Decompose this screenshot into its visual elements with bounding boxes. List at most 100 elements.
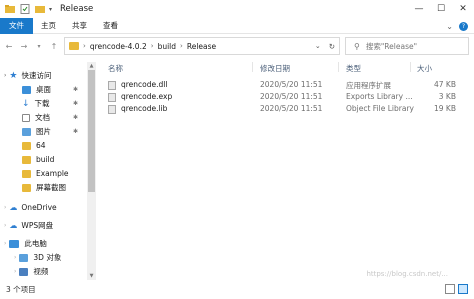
star-icon: ★ <box>9 70 18 81</box>
chevron-right-icon[interactable]: › <box>83 42 86 50</box>
sidebar-scrollbar[interactable]: ▲ ▼ <box>87 62 96 280</box>
chevron-right-icon[interactable]: › <box>4 240 6 247</box>
file-name: qrencode.dll <box>121 80 168 89</box>
tab-home[interactable]: 主页 <box>33 18 64 34</box>
sidebar-item-label: 文档 <box>35 113 50 122</box>
table-row[interactable]: qrencode.lib 2020/5/20 11:51 Object File… <box>100 103 474 115</box>
breadcrumb-item[interactable]: Release <box>187 42 216 51</box>
file-size: 47 KB <box>434 80 456 89</box>
chevron-right-icon[interactable]: › <box>14 268 16 275</box>
properties-icon[interactable] <box>20 4 30 14</box>
picture-icon <box>22 127 31 136</box>
sidebar-item-label: 3D 对象 <box>33 253 62 262</box>
sidebar-item-example[interactable]: Example <box>22 167 69 180</box>
sidebar-item-documents[interactable]: 文档 ✱ <box>22 111 88 124</box>
column-header-date[interactable]: 修改日期 <box>260 63 290 74</box>
file-date: 2020/5/20 11:51 <box>260 92 323 101</box>
large-icons-view-icon[interactable] <box>458 284 468 294</box>
breadcrumb-item[interactable]: build <box>158 42 176 51</box>
up-arrow-icon[interactable]: ↑ <box>48 38 60 54</box>
chevron-right-icon[interactable]: › <box>4 222 6 229</box>
navigation-bar: ← → ▾ ↑ › qrencode-4.0.2 › build › Relea… <box>0 34 474 58</box>
sidebar-item-label: 此电脑 <box>24 239 47 248</box>
chevron-right-icon[interactable]: › <box>151 42 154 50</box>
tab-share[interactable]: 共享 <box>64 18 95 34</box>
sidebar-item-screenshots[interactable]: 屏幕截图 <box>22 181 66 194</box>
tab-file[interactable]: 文件 <box>0 17 33 34</box>
back-arrow-icon[interactable]: ← <box>3 38 15 54</box>
sidebar-item-desktop[interactable]: 桌面 ✱ <box>22 83 88 96</box>
address-bar[interactable]: › qrencode-4.0.2 › build › Release ⌄ ↻ <box>64 37 340 55</box>
quick-access-dropdown-icon[interactable]: ▾ <box>49 6 52 13</box>
scrollbar-thumb[interactable] <box>88 70 95 192</box>
tab-view[interactable]: 查看 <box>95 18 126 34</box>
column-header-size[interactable]: 大小 <box>417 63 432 74</box>
search-box[interactable]: ⚲ 搜索"Release" <box>345 37 469 55</box>
file-size: 3 KB <box>438 92 456 101</box>
sidebar-item-build[interactable]: build <box>22 153 54 166</box>
chevron-right-icon[interactable]: › <box>14 254 16 261</box>
breadcrumb-item[interactable]: qrencode-4.0.2 <box>90 42 147 51</box>
sidebar-item-label: 快速访问 <box>21 71 52 80</box>
maximize-button[interactable]: ☐ <box>430 0 452 18</box>
forward-arrow-icon[interactable]: → <box>18 38 30 54</box>
sidebar-item-label: 桌面 <box>36 85 51 94</box>
folder-icon <box>5 5 15 13</box>
sidebar-item-downloads[interactable]: ↓ 下载 ✱ <box>22 97 88 110</box>
exp-file-icon <box>108 93 116 102</box>
pin-icon: ✱ <box>72 114 78 121</box>
video-icon <box>19 267 29 276</box>
sidebar-item-label: build <box>36 155 55 164</box>
column-header-type[interactable]: 类型 <box>346 63 361 74</box>
sidebar-item-label: 视频 <box>33 267 49 276</box>
search-input[interactable]: 搜索"Release" <box>366 41 417 52</box>
chevron-right-icon[interactable]: › <box>180 42 183 50</box>
column-divider[interactable] <box>338 62 339 72</box>
scroll-down-icon[interactable]: ▼ <box>87 273 96 279</box>
sidebar-item-label: 屏幕截图 <box>36 183 66 192</box>
sidebar-item-label: 下载 <box>34 99 50 108</box>
navigation-pane: › ★ 快速访问 桌面 ✱ ↓ 下载 ✱ 文档 ✱ 图片 ✱ 64 build … <box>0 62 96 280</box>
sidebar-item-3d-objects[interactable]: › 3D 对象 <box>14 251 61 264</box>
window-title: Release <box>60 4 94 14</box>
sidebar-item-64[interactable]: 64 <box>22 139 46 152</box>
sidebar-item-pictures[interactable]: 图片 ✱ <box>22 125 88 138</box>
dll-file-icon <box>108 81 116 90</box>
scroll-up-icon[interactable]: ▲ <box>87 63 96 69</box>
sidebar-item-quick-access[interactable]: › ★ 快速访问 <box>4 69 51 82</box>
column-divider[interactable] <box>410 62 411 72</box>
sidebar-item-videos[interactable]: › 视频 <box>14 265 48 278</box>
folder-icon <box>69 42 79 50</box>
chevron-right-icon[interactable]: › <box>4 204 6 211</box>
help-icon[interactable]: ? <box>459 21 468 31</box>
file-date: 2020/5/20 11:51 <box>260 80 323 89</box>
folder-icon <box>22 169 31 178</box>
column-header-name[interactable]: 名称 <box>108 63 123 74</box>
title-bar: ▾ Release — ☐ ✕ <box>0 0 474 18</box>
column-divider[interactable] <box>252 62 253 72</box>
sidebar-item-this-pc[interactable]: › 此电脑 <box>4 237 47 250</box>
sidebar-item-label: 图片 <box>36 127 51 136</box>
wps-cloud-icon: ☁ <box>9 221 18 230</box>
pin-icon: ✱ <box>72 128 78 135</box>
download-icon: ↓ <box>22 98 30 109</box>
recent-locations-icon[interactable]: ▾ <box>33 38 45 54</box>
item-count: 3 个项目 <box>6 285 36 294</box>
chevron-down-icon[interactable]: › <box>4 72 6 79</box>
cloud-icon: ☁ <box>9 203 18 212</box>
expand-ribbon-icon[interactable]: ⌄ <box>446 22 453 31</box>
refresh-icon[interactable]: ↻ <box>329 42 335 51</box>
document-icon <box>22 113 30 122</box>
sidebar-item-label: 64 <box>36 141 46 150</box>
file-size: 19 KB <box>434 104 456 113</box>
table-row[interactable]: qrencode.exp 2020/5/20 11:51 Exports Lib… <box>100 91 474 103</box>
sidebar-item-onedrive[interactable]: › ☁ OneDrive <box>4 201 57 214</box>
minimize-button[interactable]: — <box>408 0 430 18</box>
close-button[interactable]: ✕ <box>452 0 474 18</box>
details-view-icon[interactable] <box>445 284 455 294</box>
table-row[interactable]: qrencode.dll 2020/5/20 11:51 应用程序扩展 47 K… <box>100 79 474 91</box>
file-list: 名称 修改日期 类型 大小 qrencode.dll 2020/5/20 11:… <box>100 58 474 280</box>
sidebar-item-wps-cloud[interactable]: › ☁ WPS网盘 <box>4 219 53 232</box>
address-dropdown-icon[interactable]: ⌄ <box>315 42 321 50</box>
new-folder-icon[interactable] <box>35 4 45 14</box>
